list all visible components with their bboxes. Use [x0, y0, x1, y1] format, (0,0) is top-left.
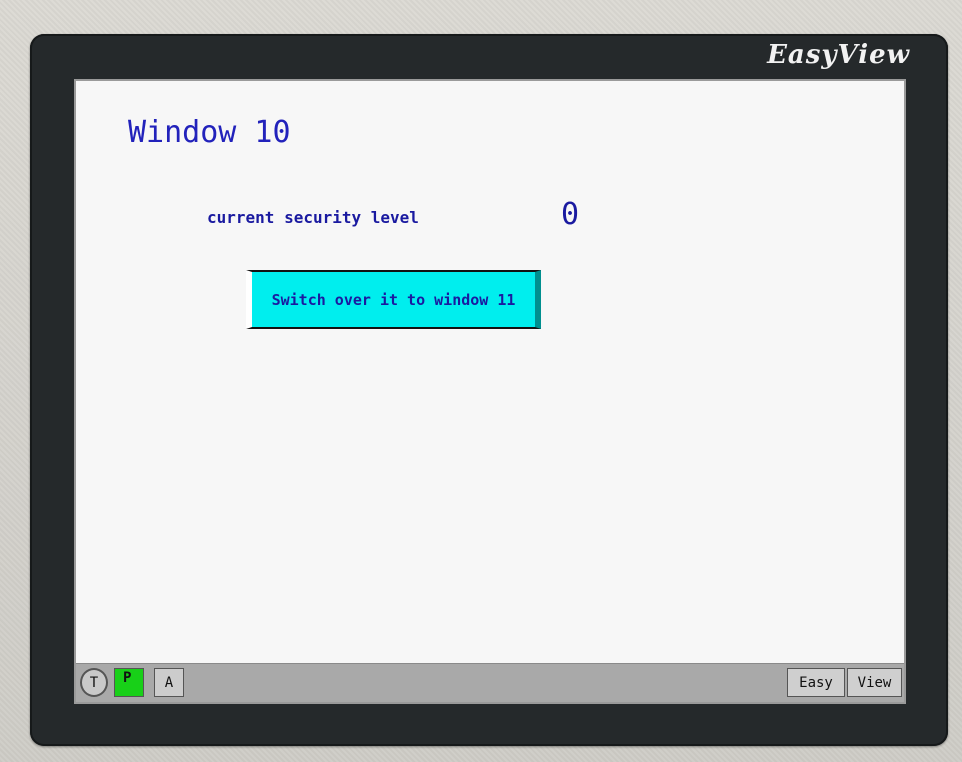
- status-bar: T P A Easy View: [76, 663, 904, 702]
- p-button[interactable]: P: [114, 668, 144, 697]
- window-title: Window 10: [128, 115, 291, 150]
- security-level-value: 0: [561, 197, 580, 232]
- security-level-label: current security level: [207, 208, 419, 227]
- brand-logo: EasyView: [767, 40, 910, 70]
- a-button[interactable]: A: [154, 668, 184, 697]
- hmi-screen: Window 10 current security level 0 Switc…: [74, 79, 906, 704]
- switch-to-window-11-button[interactable]: Switch over it to window 11: [246, 270, 541, 329]
- p-button-label: P: [123, 670, 132, 686]
- easy-button[interactable]: Easy: [787, 668, 845, 697]
- view-button[interactable]: View: [847, 668, 902, 697]
- t-button[interactable]: T: [80, 668, 108, 697]
